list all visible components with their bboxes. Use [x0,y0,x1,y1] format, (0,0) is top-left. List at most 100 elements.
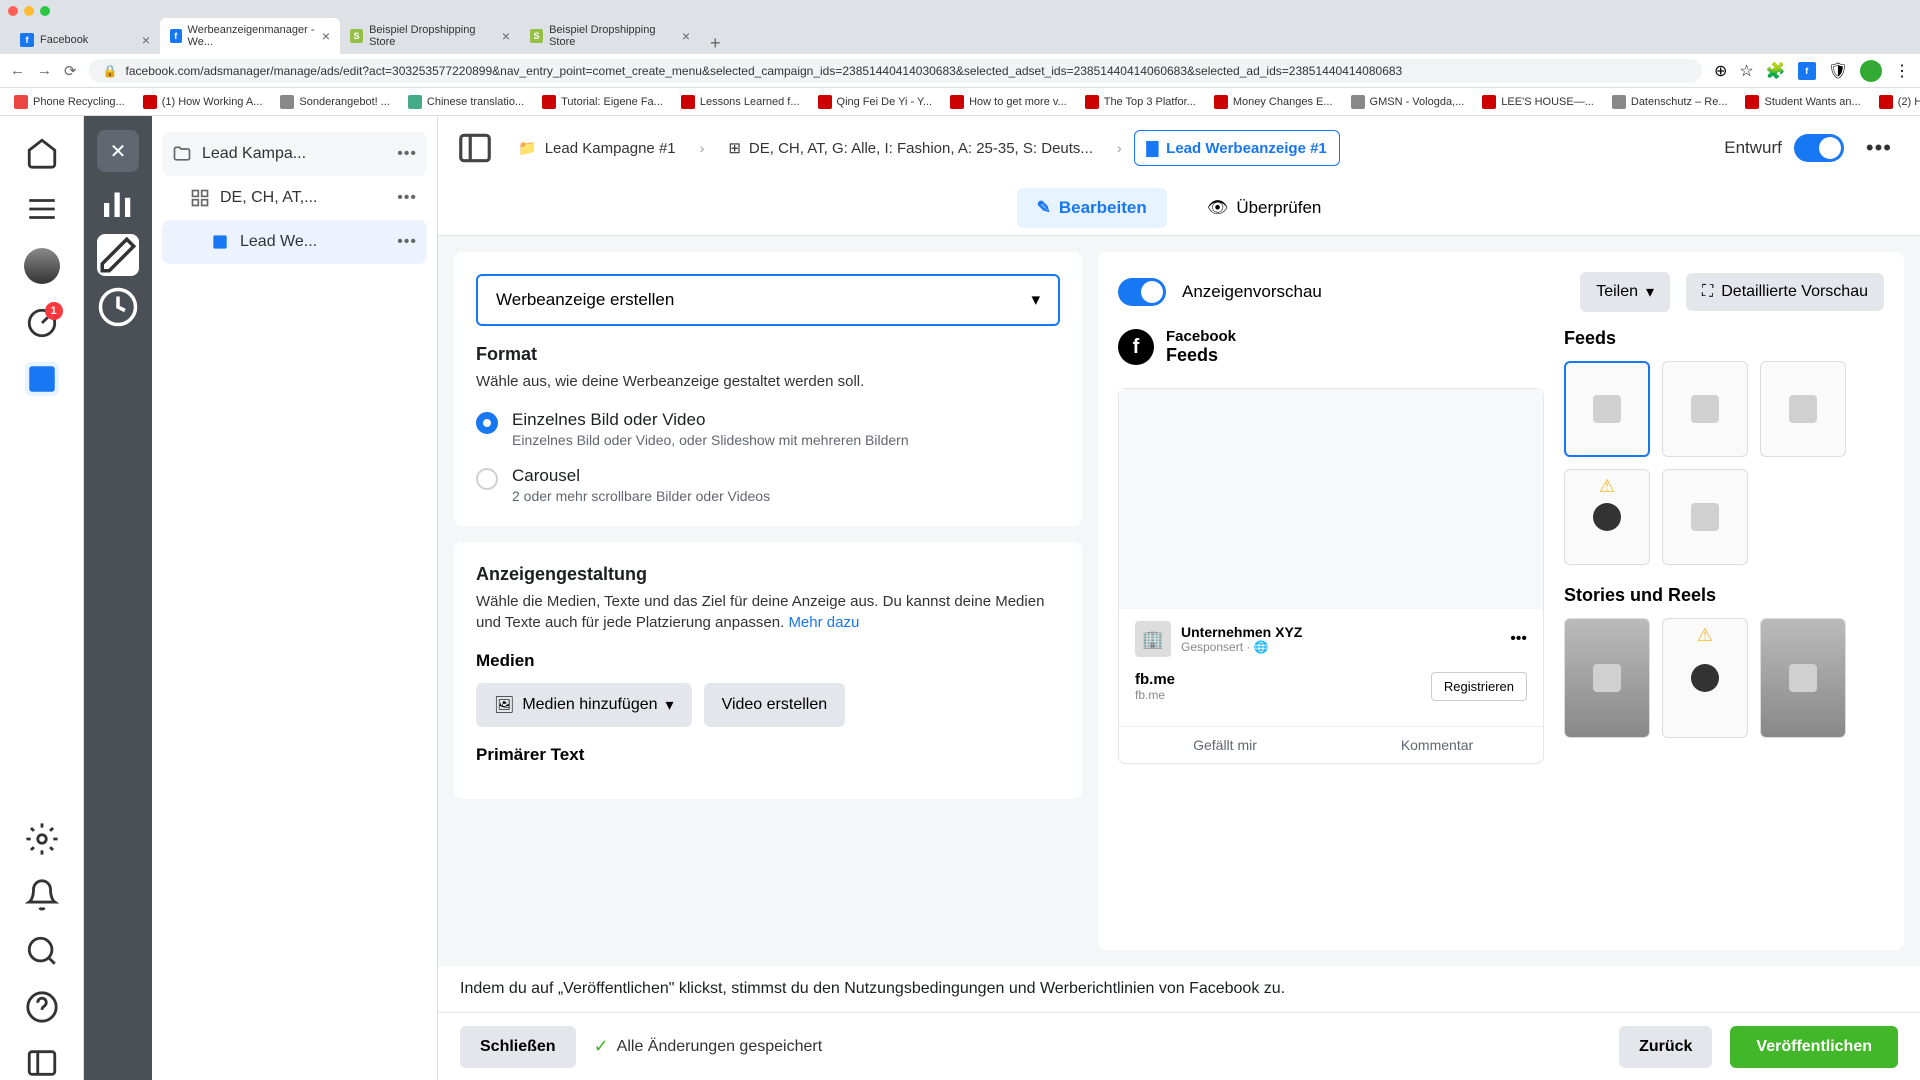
new-tab-button[interactable]: + [700,33,731,54]
bookmark[interactable]: Money Changes E... [1214,95,1333,109]
help-icon[interactable] [25,990,59,1024]
bookmark-icon [143,95,157,109]
placement-thumb[interactable] [1564,618,1650,738]
more-icon[interactable]: ••• [397,145,417,163]
placement-thumb[interactable] [1564,361,1650,457]
create-video-button[interactable]: Video erstellen [704,683,846,727]
feeds-heading: Feeds [1564,328,1884,349]
menu-icon[interactable] [25,192,59,226]
add-media-button[interactable]: 🖼Medien hinzufügen▾ [476,683,692,727]
chart-icon[interactable] [97,182,139,224]
panel-toggle-icon[interactable] [456,129,494,167]
preview-toggle[interactable] [1118,278,1166,306]
publish-button[interactable]: Veröffentlichen [1730,1026,1898,1068]
bookmark[interactable]: LEE'S HOUSE—... [1482,95,1594,109]
terms-link[interactable]: Nutzungsbedingungen und Werberichtlinien [844,980,1154,997]
bookmark[interactable]: Tutorial: Eigene Fa... [542,95,663,109]
more-icon[interactable]: ••• [1510,630,1527,648]
page-name: Unternehmen XYZ [1181,624,1500,640]
bookmark[interactable]: How to get more v... [950,95,1067,109]
detailed-preview-button[interactable]: ⛶Detaillierte Vorschau [1686,273,1884,311]
collapse-icon[interactable] [25,1046,59,1080]
back-button[interactable]: Zurück [1619,1026,1712,1068]
bell-icon[interactable] [25,878,59,912]
close-icon[interactable]: × [682,28,690,44]
gauge-icon[interactable]: 1 [25,306,59,340]
bookmark[interactable]: Chinese translatio... [408,95,524,109]
close-button[interactable]: Schließen [460,1026,576,1068]
breadcrumb-bar: 📁Lead Kampagne #1 › ⊞DE, CH, AT, G: Alle… [438,116,1920,180]
url-input[interactable]: 🔒facebook.com/adsmanager/manage/ads/edit… [89,59,1702,83]
minimize-window[interactable] [24,6,34,16]
more-icon[interactable]: ••• [397,233,417,251]
bookmark-icon [408,95,422,109]
star-icon[interactable]: ☆ [1739,61,1753,81]
tree-ad[interactable]: Lead We... ••• [162,220,427,264]
browser-tab[interactable]: fFacebook× [10,26,160,54]
search-icon[interactable] [25,934,59,968]
reload-icon[interactable]: ⟳ [64,62,77,80]
bookmark[interactable]: Lessons Learned f... [681,95,800,109]
crumb-ad[interactable]: ▇Lead Werbeanzeige #1 [1134,130,1340,166]
like-button[interactable]: Gefällt mir [1119,727,1331,763]
user-avatar[interactable] [24,248,60,284]
ad-image-placeholder [1119,389,1543,609]
placement-thumb[interactable] [1760,361,1846,457]
format-option-carousel[interactable]: Carousel2 oder mehr scrollbare Bilder od… [476,466,1060,504]
profile-avatar-icon[interactable] [1860,60,1882,82]
placement-thumb[interactable]: ⚠ [1662,618,1748,738]
close-window[interactable] [8,6,18,16]
more-icon[interactable]: ••• [1856,135,1902,161]
browser-tab[interactable]: SBeispiel Dropshipping Store× [520,18,700,54]
close-editor-button[interactable]: ✕ [97,130,139,172]
crumb-adset[interactable]: ⊞DE, CH, AT, G: Alle, I: Fashion, A: 25-… [716,131,1105,165]
menu-icon[interactable]: ⋮ [1894,61,1910,81]
tree-campaign[interactable]: Lead Kampa... ••• [162,132,427,176]
close-icon[interactable]: × [322,28,330,44]
draft-toggle[interactable] [1794,134,1844,162]
bookmark[interactable]: GMSN - Vologda,... [1351,95,1465,109]
bookmark[interactable]: (2) How To Add A... [1879,95,1920,109]
home-icon[interactable] [25,136,59,170]
ads-table-icon[interactable] [25,362,59,396]
check-icon: ✓ [594,1036,609,1057]
tab-edit[interactable]: ✎Bearbeiten [1017,188,1167,228]
share-button[interactable]: Teilen▾ [1580,272,1670,312]
bookmark-icon [1482,95,1496,109]
placement-thumb[interactable] [1760,618,1846,738]
close-icon[interactable]: × [502,28,510,44]
crumb-campaign[interactable]: 📁Lead Kampagne #1 [506,131,688,165]
shield-icon[interactable]: 🛡 [1828,61,1848,81]
format-option-single[interactable]: Einzelnes Bild oder VideoEinzelnes Bild … [476,410,1060,448]
bookmark[interactable]: (1) How Working A... [143,95,263,109]
maximize-window[interactable] [40,6,50,16]
placement-thumb[interactable]: ⚠ [1564,469,1650,565]
browser-tab[interactable]: SBeispiel Dropshipping Store× [340,18,520,54]
tree-adset[interactable]: DE, CH, AT,... ••• [162,176,427,220]
bookmark[interactable]: Qing Fei De Yi - Y... [818,95,933,109]
gear-icon[interactable] [25,822,59,856]
placement-thumb[interactable] [1662,469,1748,565]
more-icon[interactable]: ••• [397,189,417,207]
forward-icon[interactable]: → [37,62,52,79]
bookmark[interactable]: Sonderangebot! ... [280,95,390,109]
cta-button[interactable]: Registrieren [1431,672,1527,701]
tab-review[interactable]: 👁Überprüfen [1187,188,1342,228]
clock-icon[interactable] [97,286,139,328]
comment-button[interactable]: Kommentar [1331,727,1543,763]
close-icon[interactable]: × [142,32,150,48]
bookmark[interactable]: Student Wants an... [1745,95,1860,109]
url-text: facebook.com/adsmanager/manage/ads/edit?… [126,64,1403,78]
placement-thumb[interactable] [1662,361,1748,457]
bookmark[interactable]: Phone Recycling... [14,95,125,109]
ad-type-select[interactable]: Werbeanzeige erstellen▾ [476,274,1060,326]
learn-more-link[interactable]: Mehr dazu [788,614,859,631]
pencil-icon[interactable] [97,234,139,276]
extension-icon[interactable]: 🧩 [1766,61,1786,81]
fb-ext-icon[interactable]: f [1798,62,1816,80]
back-icon[interactable]: ← [10,62,25,79]
bookmark[interactable]: Datenschutz – Re... [1612,95,1728,109]
bookmark[interactable]: The Top 3 Platfor... [1085,95,1196,109]
browser-tab[interactable]: fWerbeanzeigenmanager - We...× [160,18,340,54]
search-in-page-icon[interactable]: ⊕ [1714,61,1727,81]
